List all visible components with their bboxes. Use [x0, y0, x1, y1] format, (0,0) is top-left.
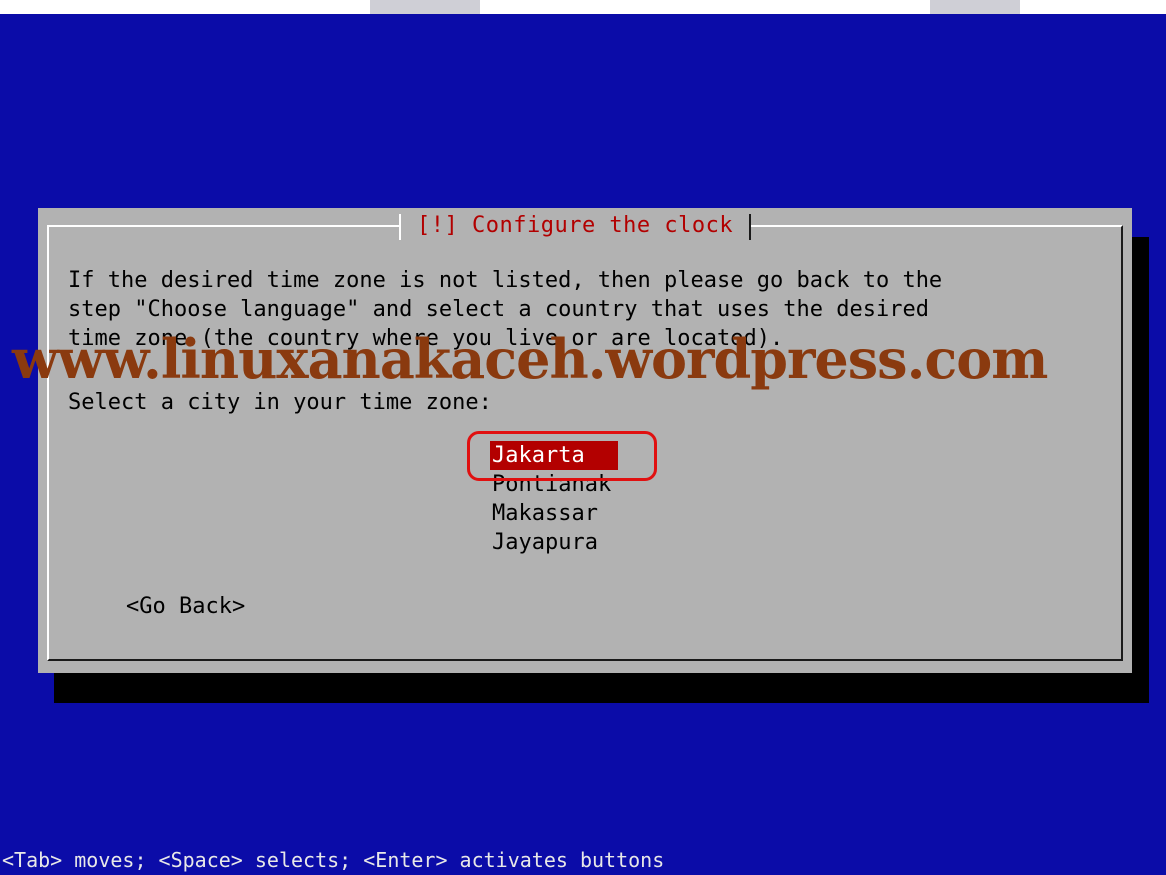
top-decoration: [370, 0, 480, 14]
top-decoration: [930, 0, 1020, 14]
dialog-title-box: [!] Configure the clock: [399, 210, 752, 240]
top-strip: [0, 0, 1166, 14]
configure-clock-dialog: [!] Configure the clock If the desired t…: [38, 208, 1132, 673]
watermark-text: www.linuxanakaceh.wordpress.com: [12, 327, 1048, 391]
city-prompt: Select a city in your time zone:: [68, 390, 492, 415]
selection-highlight-ring: [467, 431, 657, 481]
city-option-makassar[interactable]: Makassar: [490, 499, 618, 528]
status-bar: <Tab> moves; <Space> selects; <Enter> ac…: [2, 848, 665, 872]
go-back-button[interactable]: <Go Back>: [126, 592, 245, 621]
description-line: step "Choose language" and select a coun…: [68, 297, 929, 322]
dialog-title: [!] Configure the clock: [417, 212, 734, 238]
city-option-jayapura[interactable]: Jayapura: [490, 528, 618, 557]
description-line: If the desired time zone is not listed, …: [68, 268, 943, 293]
